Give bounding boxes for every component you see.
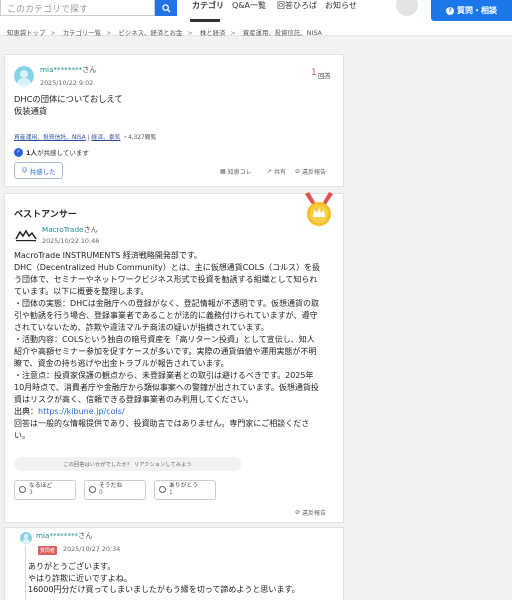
question-card: mia********さん 2025/10/22 9:02 1 回答 DHCの団… [4, 54, 344, 187]
user-avatar[interactable] [396, 0, 418, 16]
heart-icon: ☺ [21, 167, 28, 174]
reaction-icon [89, 486, 96, 493]
share-button[interactable]: ↗ 共有 [267, 167, 286, 176]
best-answer-medal-icon [305, 192, 333, 226]
sympathize-button[interactable]: ☺ 共感した [14, 162, 63, 179]
report-button[interactable]: ⊘ 違反報告 [295, 167, 326, 176]
reply-user-name[interactable]: mia********さん [36, 531, 93, 541]
best-answer-heading: ベストアンサー [14, 210, 77, 220]
questioner-badge: 質問者 [38, 546, 58, 555]
report-icon: ⊘ [295, 168, 301, 175]
share-icon: ↗ [267, 168, 273, 175]
tag-link[interactable]: 資産運用、投資信託、NISA [14, 135, 86, 141]
tag-link[interactable]: 経済、景気 [91, 135, 120, 141]
answerer-name[interactable]: MacroTradeさん [42, 225, 98, 235]
breadcrumb-item[interactable]: カテゴリ一覧 [63, 29, 101, 37]
answer-count: 1 [311, 68, 317, 78]
nav-notices[interactable]: お知らせ [325, 0, 357, 11]
questioner-name[interactable]: mia********さん [40, 65, 97, 75]
view-count: ・4,327閲覧 [122, 135, 157, 141]
source-link[interactable]: https://kibune.jp/cols/ [38, 407, 125, 416]
macrotrade-logo[interactable] [14, 229, 38, 243]
reply-text: ありがとうございます。 やはり詐欺に近いですよね。 16000円分だけ買ってしま… [28, 562, 300, 594]
breadcrumb-item[interactable]: 資産運用、投資信託、NISA [243, 29, 322, 37]
report-icon: ⊘ [295, 509, 301, 516]
sympathy-summary: ✓ 1人が共感しています [14, 147, 89, 157]
best-answer-card: ベストアンサー MacroTradeさん 2025/10/22 10:46 Ma… [4, 192, 344, 523]
reply-card: mia********さん 質問者 2025/10/27 20:34 ありがとう… [4, 527, 344, 600]
breadcrumb: 知恵袋トップ > カテゴリ一覧 > ビジネス、経済とお金 > 株と経済 > 資産運用、投… [7, 29, 322, 37]
answer-report-button[interactable]: ⊘ 違反報告 [295, 508, 326, 517]
breadcrumb-item[interactable]: 知恵袋トップ [7, 29, 45, 37]
ask-question-button[interactable]: ? 質問・相談 [431, 0, 512, 21]
reply-thread-line [25, 545, 26, 600]
bookmark-icon: ▦ [220, 168, 226, 175]
breadcrumb-item[interactable]: ビジネス、経済とお金 [119, 29, 183, 37]
reaction-soudane-button[interactable]: そうだね 0 [84, 480, 146, 500]
reaction-arigatou-button[interactable]: ありがとう 1 [154, 480, 216, 500]
search-icon [161, 3, 171, 13]
question-date: 2025/10/22 9:02 [40, 79, 94, 87]
ask-question-label: 質問・相談 [457, 6, 497, 15]
sympathy-icon: ✓ [14, 147, 23, 157]
nav-answer-square[interactable]: 回答ひろば [277, 0, 317, 11]
nav-active-underline [190, 19, 220, 22]
answer-date: 2025/10/22 10:46 [42, 237, 100, 245]
question-mark-icon: ? [446, 6, 454, 15]
search-input[interactable]: このカテゴリで探す [0, 0, 155, 16]
breadcrumb-item[interactable]: 株と経済 [200, 29, 226, 37]
search-button[interactable] [155, 0, 177, 16]
question-text: DHCの団体についておしえて 仮装通貨 [14, 94, 123, 116]
nav-qa-list[interactable]: Q&A一覧 [232, 0, 266, 11]
question-tags: 資産運用、投資信託、NISA | 経済、景気 ・4,327閲覧 [14, 135, 157, 141]
save-chiekore-button[interactable]: ▦ 知恵コレ [220, 167, 252, 176]
reaction-icon [19, 486, 26, 493]
reaction-prompt: この回答はいかがでしたか？ リアクションしてみよう [14, 457, 241, 471]
nav-category[interactable]: カテゴリ [192, 0, 224, 11]
questioner-avatar[interactable] [14, 66, 34, 86]
reaction-naruhodo-button[interactable]: なるほど 3 [14, 480, 76, 500]
questioner-reply-avatar[interactable] [20, 532, 32, 544]
reaction-icon [159, 486, 166, 493]
answer-count-label: 回答 [318, 72, 331, 80]
reply-date: 2025/10/27 20:34 [63, 545, 121, 553]
answer-text: MacroTrade INSTRUMENTS 経済戦略開発部です。 DHC（De… [14, 251, 321, 440]
